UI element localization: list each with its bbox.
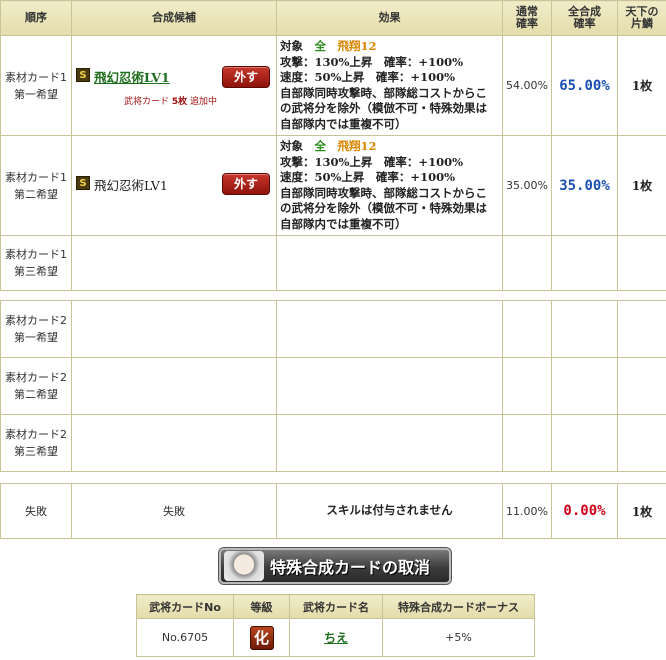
table-row: 素材カード2 第一希望 (0, 300, 666, 358)
cancel-special-card-button[interactable]: 特殊合成カードの取消 (219, 548, 451, 584)
fail-row: 失敗 失敗 スキルは付与されません 11.00% 0.00% 1枚 (0, 483, 666, 539)
total-rate: 0.00% (551, 483, 618, 539)
total-rate: 65.00% (551, 35, 618, 136)
header-half: 天下の 片鱗 (617, 0, 666, 36)
card-name-link[interactable]: ちえ (324, 631, 348, 645)
order-label: 素材カード1 第二希望 (0, 135, 72, 236)
group-divider (0, 290, 666, 301)
table-row: 素材カード1 第一希望 S 飛幻忍術LV1 外す 武将カード 5枚 追加中 対象… (0, 35, 666, 136)
half-count: 1枚 (617, 135, 666, 236)
candidate-cell (71, 300, 277, 358)
order-label: 素材カード2 第三希望 (0, 414, 72, 472)
table-row: 素材カード1 第二希望 S 飛幻忍術LV1 外す 対象 全 飛翔12 攻撃：13… (0, 135, 666, 236)
effect-cell: 対象 全 飛翔12 攻撃：130%上昇 確率：+100% 速度：50%上昇 確率… (276, 135, 503, 236)
table-row: 素材カード2 第二希望 (0, 357, 666, 415)
order-label: 素材カード1 第三希望 (0, 235, 72, 291)
group-divider (0, 471, 666, 484)
effect-cell (276, 300, 503, 358)
table-row: No.6705 化 ちえ +5% (136, 618, 535, 657)
header-candidate: 合成候補 (71, 0, 277, 36)
fail-order: 失敗 (0, 483, 72, 539)
total-rate: 35.00% (551, 135, 618, 236)
effect-cell (276, 357, 503, 415)
candidate-cell (71, 357, 277, 415)
candidate-cell (71, 414, 277, 472)
remove-button[interactable]: 外す (222, 66, 270, 88)
candidate-cell (71, 235, 277, 291)
order-label: 素材カード2 第二希望 (0, 357, 72, 415)
table-row: 素材カード1 第三希望 (0, 235, 666, 291)
effect-cell: 対象 全 飛翔12 攻撃：130%上昇 確率：+100% 速度：50%上昇 確率… (276, 35, 503, 136)
header-order: 順序 (0, 0, 72, 36)
header-rank: 等級 (233, 594, 290, 619)
effect-cell (276, 235, 503, 291)
header-effect: 効果 (276, 0, 503, 36)
skill-link[interactable]: 飛幻忍術LV1 (94, 67, 170, 86)
candidate-cell: S 飛幻忍術LV1 外す 武将カード 5枚 追加中 (71, 35, 277, 136)
order-label: 素材カード1 第一希望 (0, 35, 72, 136)
header-card-name: 武将カード名 (289, 594, 383, 619)
normal-rate: 35.00% (502, 135, 552, 236)
rank-s-icon: S (76, 68, 90, 82)
fail-candidate: 失敗 (71, 483, 277, 539)
header-normal-rate: 通常 確率 (502, 0, 552, 36)
header-total-rate: 全合成 確率 (551, 0, 618, 36)
normal-rate: 11.00% (502, 483, 552, 539)
synthesis-table: 順序 合成候補 効果 通常 確率 全合成 確率 天下の 片鱗 素材カード1 第一… (0, 0, 666, 539)
adding-status: 武将カード 5枚 追加中 (124, 97, 218, 107)
special-card-table: 武将カードNo 等級 武将カード名 特殊合成カードボーナス No.6705 化 … (136, 594, 535, 657)
remove-button[interactable]: 外す (222, 173, 270, 195)
header-card-no: 武将カードNo (136, 594, 234, 619)
cancel-button-label: 特殊合成カードの取消 (270, 558, 431, 577)
rank-s-icon: S (76, 176, 90, 190)
rank-ka-icon: 化 (249, 625, 274, 650)
character-portrait-icon (224, 551, 264, 581)
bonus-value: +5% (382, 618, 535, 657)
half-count: 1枚 (617, 483, 666, 539)
effect-cell (276, 414, 503, 472)
normal-rate: 54.00% (502, 35, 552, 136)
order-label: 素材カード2 第一希望 (0, 300, 72, 358)
card-no: No.6705 (136, 618, 234, 657)
skill-name: 飛幻忍術LV1 (94, 178, 168, 193)
header-bonus: 特殊合成カードボーナス (382, 594, 535, 619)
half-count: 1枚 (617, 35, 666, 136)
candidate-cell: S 飛幻忍術LV1 外す (71, 135, 277, 236)
table-row: 素材カード2 第三希望 (0, 414, 666, 472)
fail-effect: スキルは付与されません (276, 483, 503, 539)
